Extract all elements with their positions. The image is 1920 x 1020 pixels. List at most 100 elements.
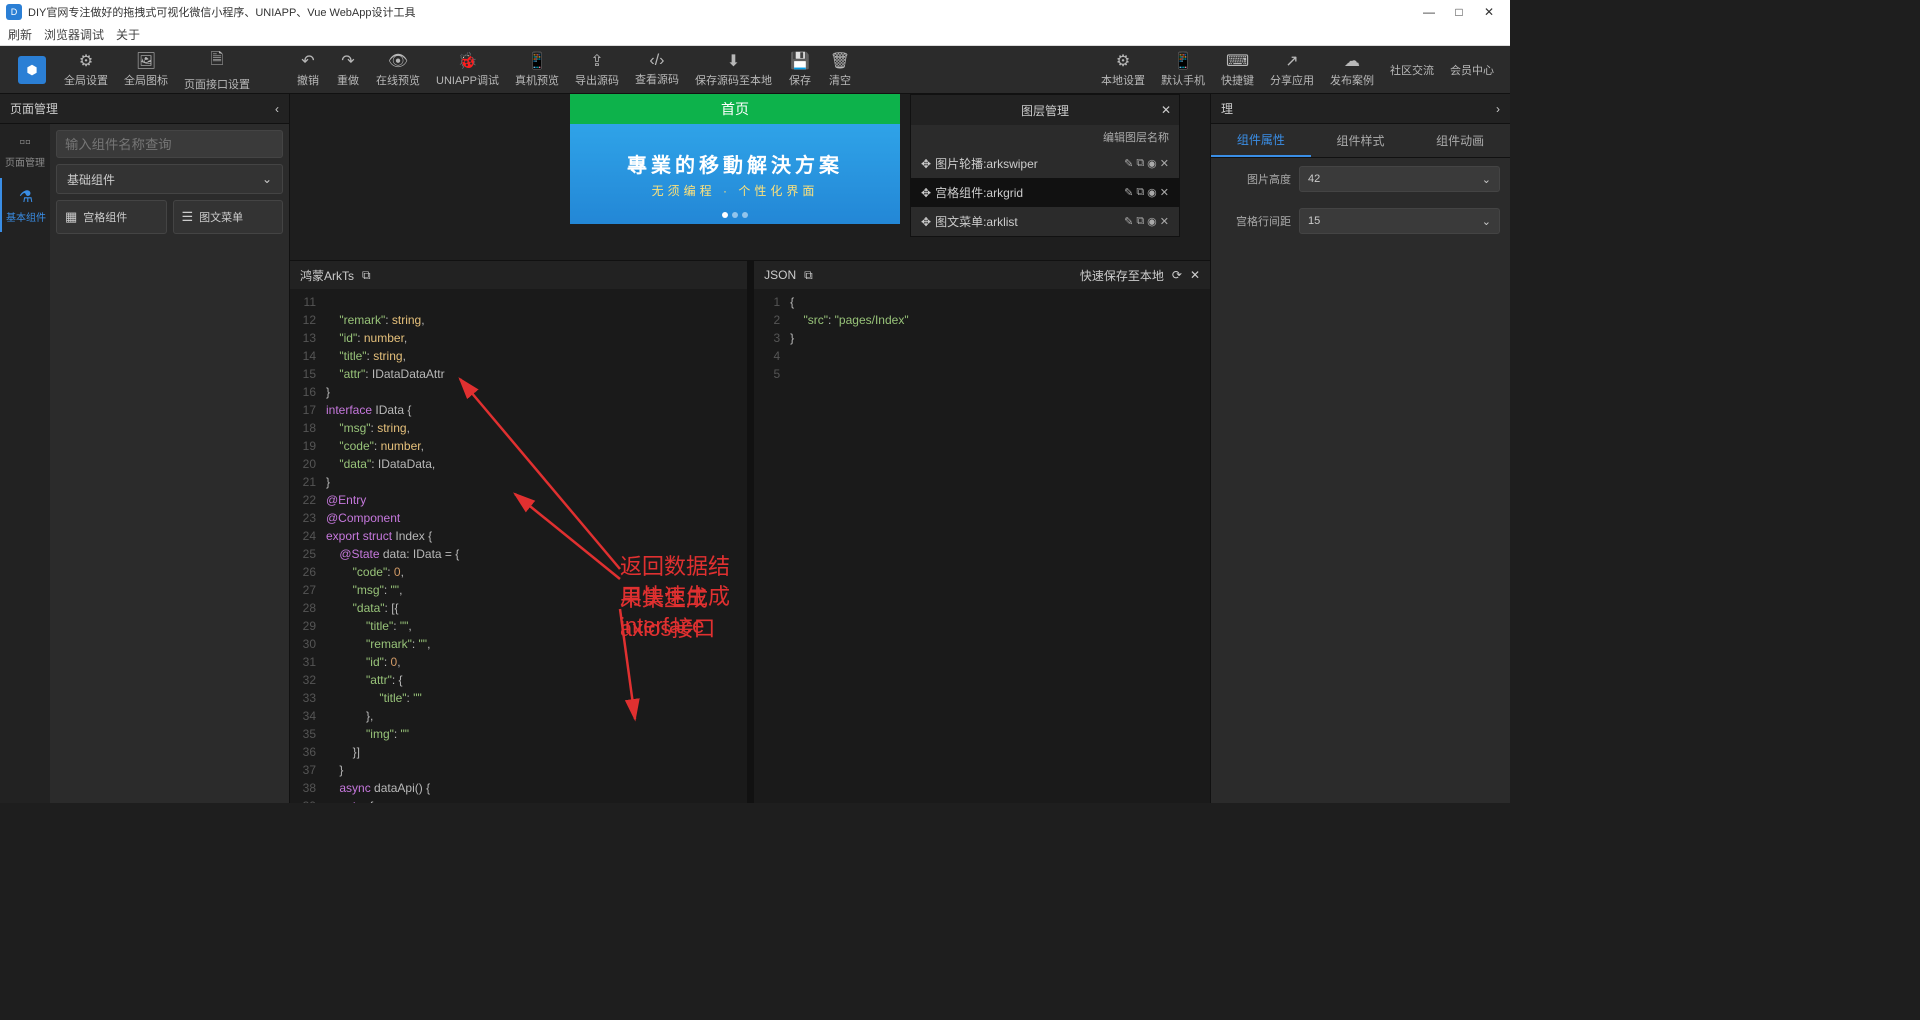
close-icon[interactable]: ✕: [1190, 268, 1200, 282]
tool-undo[interactable]: ↶撤销: [288, 51, 328, 88]
tool-share[interactable]: ↗分享应用: [1262, 51, 1322, 88]
banner-subtitle: 无须编程 · 个性化界面: [652, 182, 819, 199]
tab-style[interactable]: 组件样式: [1311, 124, 1411, 157]
layer-panel: 图层管理 ✕ 编辑图层名称 ✥图片轮播:arkswiper ✎⧉◉✕ ✥宫格组件…: [910, 94, 1180, 237]
tool-default-phone[interactable]: 📱默认手机: [1153, 51, 1213, 88]
bug-icon: 🐞: [458, 51, 478, 71]
eye-icon[interactable]: ◉: [1147, 186, 1157, 199]
code-editor-left[interactable]: 1112 "remark": string,13 "id": number,14…: [290, 289, 747, 803]
redo-icon: ↷: [341, 51, 354, 71]
share-icon: ↗: [1285, 51, 1298, 71]
titlebar: D DIY官网专注做好的拖拽式可视化微信小程序、UNIAPP、Vue WebAp…: [0, 0, 1510, 24]
menubar: 刷新 浏览器调试 关于: [0, 24, 1510, 46]
list-icon: ☰: [182, 209, 194, 225]
layer-item-grid[interactable]: ✥宫格组件:arkgrid ✎⧉◉✕: [911, 178, 1179, 207]
close-icon[interactable]: ✕: [1161, 103, 1171, 117]
layer-item-list[interactable]: ✥图文菜单:arklist ✎⧉◉✕: [911, 207, 1179, 236]
tool-hotkeys[interactable]: ⌨快捷键: [1213, 51, 1262, 88]
right-head-title: 理: [1221, 100, 1233, 117]
tool-global-icons[interactable]: 🖼全局图标: [116, 51, 176, 88]
prop-gap-field[interactable]: 15⌄: [1299, 208, 1500, 234]
chevron-down-icon: ⌄: [1482, 215, 1491, 228]
move-icon: ✥: [921, 215, 931, 229]
eye-icon[interactable]: ◉: [1147, 157, 1157, 170]
copy-icon[interactable]: ⧉: [804, 268, 813, 283]
preview-banner[interactable]: 專業的移動解決方案 无须编程 · 个性化界面: [570, 124, 900, 224]
copy-icon[interactable]: ⧉: [362, 268, 371, 283]
left-header-title: 页面管理: [10, 100, 58, 117]
tool-member[interactable]: 会员中心: [1442, 62, 1502, 78]
edit-icon[interactable]: ✎: [1124, 186, 1133, 199]
grid-icon: ▦: [65, 209, 77, 225]
tab-anim[interactable]: 组件动画: [1410, 124, 1510, 157]
collapse-left-icon[interactable]: ‹: [275, 102, 279, 116]
carousel-dots: [722, 212, 748, 218]
collapse-right-icon[interactable]: ›: [1496, 102, 1500, 116]
layer-panel-title: 图层管理: [1021, 102, 1069, 119]
tab-attr[interactable]: 组件属性: [1211, 124, 1311, 157]
component-image-menu[interactable]: ☰图文菜单: [173, 200, 284, 234]
tool-save[interactable]: 💾保存: [780, 51, 820, 88]
tool-online-preview[interactable]: 👁在线预览: [368, 51, 428, 88]
image-icon: 🖼: [136, 51, 156, 71]
eye-icon[interactable]: ◉: [1147, 215, 1157, 228]
category-select[interactable]: 基础组件 ⌄: [56, 164, 283, 194]
eye-icon: 👁: [388, 51, 408, 71]
prop-height-label: 图片高度: [1221, 171, 1291, 187]
component-search-input[interactable]: [56, 130, 283, 158]
tool-uniapp-debug[interactable]: 🐞UNIAPP调试: [428, 51, 507, 88]
menu-browser-debug[interactable]: 浏览器调试: [44, 26, 104, 43]
tool-page-api[interactable]: 🗎页面接口设置: [176, 48, 258, 92]
gear-icon: ⚙: [1116, 51, 1130, 71]
app-logo-icon: D: [6, 4, 22, 20]
edit-icon[interactable]: ✎: [1124, 215, 1133, 228]
layer-item-swiper[interactable]: ✥图片轮播:arkswiper ✎⧉◉✕: [911, 149, 1179, 178]
quick-save-local[interactable]: 快速保存至本地: [1080, 267, 1164, 284]
tool-redo[interactable]: ↷重做: [328, 51, 368, 88]
menu-about[interactable]: 关于: [116, 26, 140, 43]
tool-community[interactable]: 社区交流: [1382, 62, 1442, 78]
tool-clear[interactable]: 🗑清空: [820, 51, 860, 88]
edit-icon[interactable]: ✎: [1124, 157, 1133, 170]
settings-icon: ⚙: [79, 51, 93, 71]
tool-export-src[interactable]: ⇪导出源码: [567, 51, 627, 88]
code-icon: ‹/›: [649, 52, 664, 70]
tool-global-settings[interactable]: ⚙全局设置: [56, 51, 116, 88]
code-tab-json[interactable]: JSON: [764, 268, 796, 282]
component-grid[interactable]: ▦宫格组件: [56, 200, 167, 234]
tool-device-preview[interactable]: 📱真机预览: [507, 51, 567, 88]
left-panel: 页面管理 ‹ ▫▫页面管理 ⚗基本组件 基础组件 ⌄ ▦宫格组件 ☰图文菜单: [0, 94, 290, 803]
tool-save-local[interactable]: ⬇保存源码至本地: [687, 51, 780, 88]
upload-icon: ⇪: [590, 51, 603, 71]
trash-icon: 🗑: [830, 51, 850, 71]
copy-icon[interactable]: ⧉: [1136, 186, 1144, 199]
tab-basic-components[interactable]: ⚗基本组件: [0, 178, 50, 232]
delete-icon[interactable]: ✕: [1160, 215, 1169, 228]
prop-gap-label: 宫格行间距: [1221, 213, 1291, 229]
chevron-down-icon: ⌄: [1482, 173, 1491, 186]
right-panel: 理 › 组件属性 组件样式 组件动画 图片高度 42⌄ 宫格行间距 15⌄: [1210, 94, 1510, 803]
move-icon: ✥: [921, 186, 931, 200]
center-area: 首页 專業的移動解決方案 无须编程 · 个性化界面 图层管理 ✕ 编辑图层名称 …: [290, 94, 1210, 803]
tool-view-src[interactable]: ‹/›查看源码: [627, 52, 687, 87]
delete-icon[interactable]: ✕: [1160, 157, 1169, 170]
tool-local-settings[interactable]: ⚙本地设置: [1093, 51, 1153, 88]
left-header: 页面管理 ‹: [0, 94, 289, 124]
tool-publish[interactable]: ☁发布案例: [1322, 51, 1382, 88]
menu-refresh[interactable]: 刷新: [8, 26, 32, 43]
copy-icon[interactable]: ⧉: [1136, 215, 1144, 228]
left-vertical-tabs: ▫▫页面管理 ⚗基本组件: [0, 124, 50, 803]
refresh-icon[interactable]: ⟳: [1172, 268, 1182, 282]
maximize-button[interactable]: □: [1444, 3, 1474, 21]
minimize-button[interactable]: —: [1414, 3, 1444, 21]
api-icon: 🗎: [211, 48, 224, 75]
copy-icon[interactable]: ⧉: [1136, 157, 1144, 170]
tab-page-manage[interactable]: ▫▫页面管理: [0, 124, 50, 178]
prop-height-field[interactable]: 42⌄: [1299, 166, 1500, 192]
code-editor-right[interactable]: 1{2 "src": "pages/Index"3}45: [754, 289, 1210, 803]
download-icon: ⬇: [727, 51, 740, 71]
close-button[interactable]: ✕: [1474, 3, 1504, 21]
delete-icon[interactable]: ✕: [1160, 186, 1169, 199]
puzzle-icon: ⚗: [19, 187, 33, 207]
code-tab-arkts[interactable]: 鸿蒙ArkTs: [300, 267, 354, 284]
